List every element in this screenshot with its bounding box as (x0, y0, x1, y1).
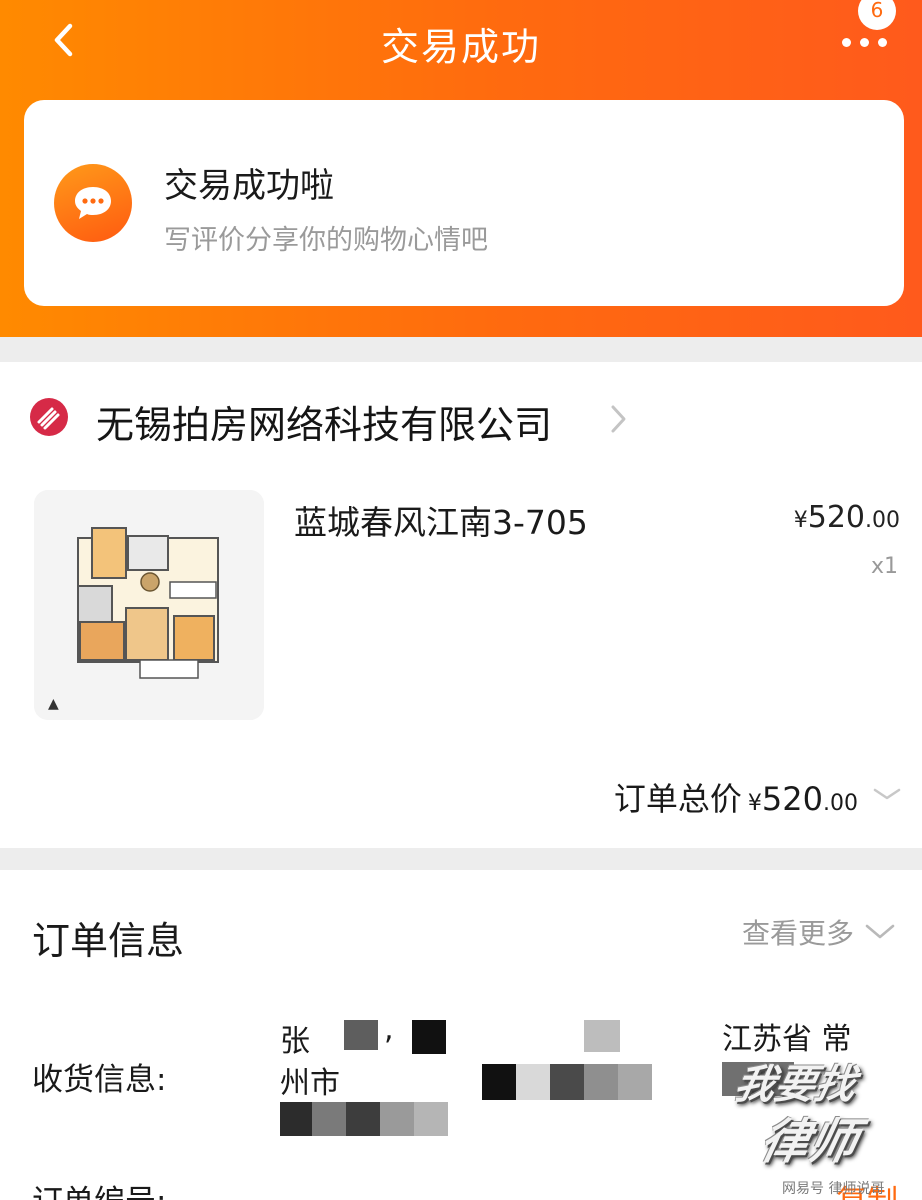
redacted-block (516, 1064, 550, 1100)
redacted-block (550, 1064, 584, 1100)
redacted-block (280, 1102, 312, 1136)
chat-bubble-icon (54, 164, 132, 242)
price-currency: ¥ (793, 508, 808, 533)
address-city: 州市 (280, 1066, 340, 1101)
price-decimal: .00 (865, 508, 900, 533)
redacted-block (584, 1064, 618, 1100)
more-button[interactable]: 6 (836, 0, 906, 60)
shop-name: 无锡拍房网络科技有限公司 (96, 403, 553, 447)
shop-logo-icon (30, 398, 68, 436)
shipping-label: 收货信息: (32, 1062, 167, 1098)
order-card: 无锡拍房网络科技有限公司 ▲ 蓝城春风江南3-705 ¥520.00 x1 订单… (0, 362, 922, 848)
review-subtitle: 写评价分享你的购物心情吧 (164, 225, 488, 256)
recipient-name-start: 张 (280, 1024, 310, 1059)
redacted-block (584, 1020, 620, 1052)
view-more-button[interactable]: 查看更多 (742, 912, 896, 952)
chevron-down-icon (865, 924, 895, 939)
redacted-block (346, 1102, 380, 1136)
view-more-label: 查看更多 (741, 917, 854, 950)
address-comma: , (384, 1012, 394, 1047)
watermark-line2: 律师 (754, 1114, 863, 1170)
order-total-row: 订单总价 ¥ 520 .00 (614, 774, 902, 818)
total-amount-decimal: .00 (823, 791, 858, 816)
order-number-label: 订单编号: (32, 1176, 166, 1200)
product-title[interactable]: 蓝城春风江南3-705 (294, 496, 588, 544)
order-info-title: 订单信息 (32, 919, 185, 963)
floor-plan-image: ▲ (34, 490, 264, 720)
total-label: 订单总价 (613, 780, 742, 818)
product-quantity: x1 (870, 554, 898, 579)
watermark-source: 网易号 律师说哥 (782, 1181, 885, 1197)
shop-row[interactable]: 无锡拍房网络科技有限公司 (0, 382, 922, 452)
success-title: 交易成功啦 (164, 166, 334, 206)
redacted-block (414, 1102, 448, 1136)
chevron-down-icon[interactable] (872, 786, 902, 802)
total-amount-integer: 520 (761, 780, 823, 818)
product-thumbnail[interactable]: ▲ (34, 490, 264, 720)
page-title: 交易成功 (380, 25, 541, 69)
nav-bar: 交易成功 6 (0, 0, 922, 92)
review-prompt-card[interactable]: 交易成功啦 写评价分享你的购物心情吧 (24, 100, 904, 306)
watermark-logo: 我要找 律师 (726, 1048, 906, 1188)
redacted-block (412, 1020, 446, 1054)
redacted-block (312, 1102, 346, 1136)
product-price: ¥520.00 (794, 500, 900, 535)
price-integer: 520 (807, 500, 865, 535)
chevron-right-icon (611, 405, 626, 433)
redacted-block (344, 1020, 378, 1050)
redacted-block (380, 1102, 414, 1136)
svg-text:▲: ▲ (48, 696, 59, 712)
notification-badge: 6 (858, 0, 896, 30)
total-currency: ¥ (747, 791, 762, 816)
redacted-block (618, 1064, 652, 1100)
redacted-block (482, 1064, 516, 1100)
